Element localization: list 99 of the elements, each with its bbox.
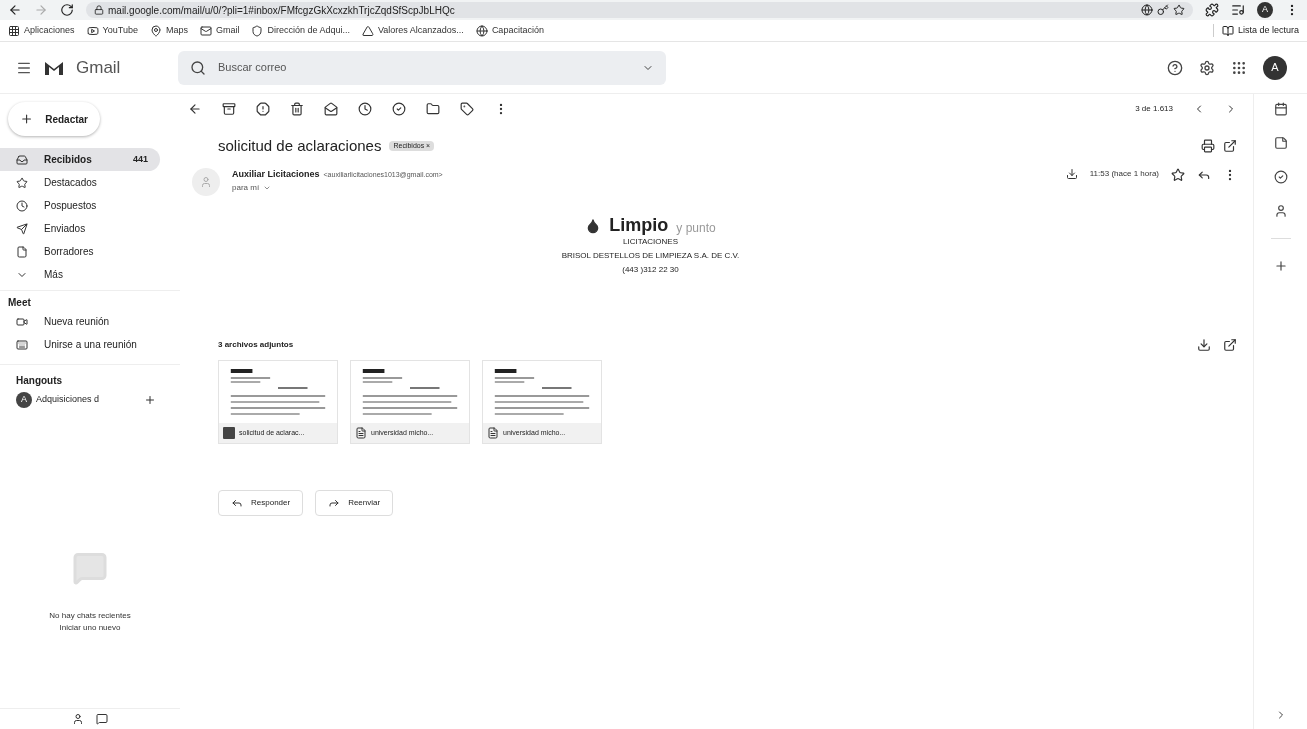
bookmark[interactable]: Gmail: [199, 23, 240, 38]
sender-name: Auxiliar Licitaciones: [232, 168, 320, 181]
forward-button[interactable]: Reenviar: [315, 490, 394, 516]
bookmark[interactable]: Valores Alcanzados...: [362, 23, 464, 38]
star-icon[interactable]: [1171, 168, 1185, 182]
bookmark[interactable]: Dirección de Adqui...: [251, 23, 350, 38]
reload-icon[interactable]: [60, 3, 74, 17]
profile-avatar[interactable]: A: [1257, 2, 1273, 18]
mail-icon[interactable]: [324, 102, 338, 116]
recipient-dropdown[interactable]: para mí: [232, 181, 1054, 194]
camera-icon: [16, 315, 28, 328]
book-icon: [1221, 24, 1234, 37]
reply-icon[interactable]: [1197, 168, 1211, 182]
signature-line: (443 )312 22 30: [622, 264, 679, 276]
reply-button[interactable]: Responder: [218, 490, 304, 516]
back-icon[interactable]: [8, 3, 22, 17]
nav-item[interactable]: Recibidos 441: [0, 148, 160, 171]
star-icon: [16, 176, 28, 189]
plus-icon: [144, 394, 156, 406]
nav-item[interactable]: Pospuestos: [0, 194, 160, 217]
nav-item[interactable]: Enviados: [0, 217, 160, 240]
triangle-icon: [362, 24, 374, 37]
contact-avatar: A: [16, 392, 32, 408]
lock-icon: [94, 5, 104, 15]
pdf-file-icon: [355, 427, 367, 439]
start-chat-link[interactable]: Iniciar uno nuevo: [59, 622, 121, 634]
clock-icon: [16, 199, 28, 212]
chat-bubble-icon: [72, 550, 108, 586]
brand-tagline: y punto: [676, 222, 716, 234]
grid-icon: [8, 24, 20, 37]
brand-name: Limpio: [609, 216, 669, 234]
gmail-logo-icon: [44, 59, 64, 76]
bookmark[interactable]: Capacitación: [475, 23, 544, 38]
globe-icon: [475, 24, 488, 37]
message-counter: 3 de 1.613: [1135, 103, 1173, 115]
reply-icon: [231, 497, 243, 509]
search-icon: [190, 59, 206, 76]
tasks-icon[interactable]: [1273, 170, 1288, 184]
search-bar[interactable]: Buscar correo: [178, 50, 666, 85]
bookmark[interactable]: YouTube: [86, 23, 138, 38]
search-field[interactable]: Buscar correo: [218, 59, 630, 76]
section-title: Hangouts: [15, 374, 64, 388]
plus-icon[interactable]: [1273, 259, 1288, 273]
compose-button[interactable]: Redactar: [8, 102, 100, 136]
account-avatar[interactable]: A: [1263, 55, 1287, 80]
nav-item[interactable]: Más: [0, 263, 160, 286]
spam-icon[interactable]: [256, 102, 270, 116]
bookmark[interactable]: Maps: [149, 23, 188, 38]
unread-count: 441: [132, 152, 148, 166]
meet-item[interactable]: Nueva reunión: [0, 310, 180, 333]
forward-icon: [328, 497, 341, 509]
badge-icon: [251, 24, 264, 37]
help-icon[interactable]: [1167, 59, 1183, 76]
app-name: Gmail: [76, 56, 121, 79]
person-icon: [200, 176, 212, 188]
task-icon[interactable]: [392, 102, 406, 116]
file-icon: [16, 245, 28, 258]
mail-icon: [199, 24, 212, 37]
address-bar[interactable]: mail.google.com/mail/u/0/?pli=1#inbox/FMfcgzGkXcxzkhTrjcZqdSfScpJbLHQc: [86, 2, 1193, 18]
attachments-title: 3 archivos adjuntos: [218, 339, 295, 351]
send-icon: [16, 222, 28, 235]
back-icon[interactable]: [188, 102, 202, 116]
signature-line: LICITACIONES: [623, 236, 678, 248]
section-title: Meet: [7, 296, 32, 310]
meet-item[interactable]: Unirse a una reunión: [0, 333, 180, 356]
apps-grid-icon[interactable]: [1231, 59, 1247, 76]
download-icon[interactable]: [1197, 338, 1211, 352]
settings-icon[interactable]: [1199, 59, 1215, 76]
new-window-icon[interactable]: [1223, 139, 1237, 153]
bookmark[interactable]: Aplicaciones: [8, 23, 75, 38]
nav-item[interactable]: Destacados: [0, 171, 160, 194]
url-text: mail.google.com/mail/u/0/?pli=1#inbox/FMfcgzGkXcxzkhTrjcZqdSfScpJbLHQc: [108, 3, 455, 18]
signature-line: BRISOL DESTELLOS DE LIMPIEZA S.A. DE C.V.: [561, 250, 740, 262]
playlist-icon[interactable]: [1231, 3, 1245, 17]
label-icon[interactable]: [460, 102, 474, 116]
pin-icon: [149, 24, 162, 37]
folder-icon[interactable]: [426, 102, 440, 116]
keyboard-icon: [16, 338, 28, 351]
video-icon: [86, 24, 99, 37]
calendar-icon[interactable]: [1273, 102, 1288, 116]
key-icon[interactable]: [1157, 4, 1169, 16]
printer-icon[interactable]: [1201, 139, 1215, 153]
puzzle-icon[interactable]: [1205, 3, 1219, 17]
trash-icon[interactable]: [290, 102, 304, 116]
inbox-icon: [16, 153, 28, 166]
person-icon[interactable]: [72, 713, 84, 725]
nav-item[interactable]: Borradores: [0, 240, 160, 263]
note-icon[interactable]: [1273, 136, 1288, 150]
star-icon[interactable]: [1173, 4, 1185, 16]
clock-icon[interactable]: [358, 102, 372, 116]
hangouts-contact[interactable]: A Adquisiciones d: [0, 388, 180, 412]
email-time: 11:53 (hace 1 hora): [1089, 168, 1159, 180]
archive-icon[interactable]: [222, 102, 236, 116]
pdf-file-icon: [487, 427, 499, 439]
empty-chats-text: No hay chats recientes: [49, 610, 131, 622]
email-subject: solicitud de aclaraciones: [218, 135, 382, 156]
contacts-icon[interactable]: [1273, 204, 1288, 218]
reading-list[interactable]: Lista de lectura: [1212, 23, 1299, 38]
chat-icon[interactable]: [96, 713, 108, 725]
